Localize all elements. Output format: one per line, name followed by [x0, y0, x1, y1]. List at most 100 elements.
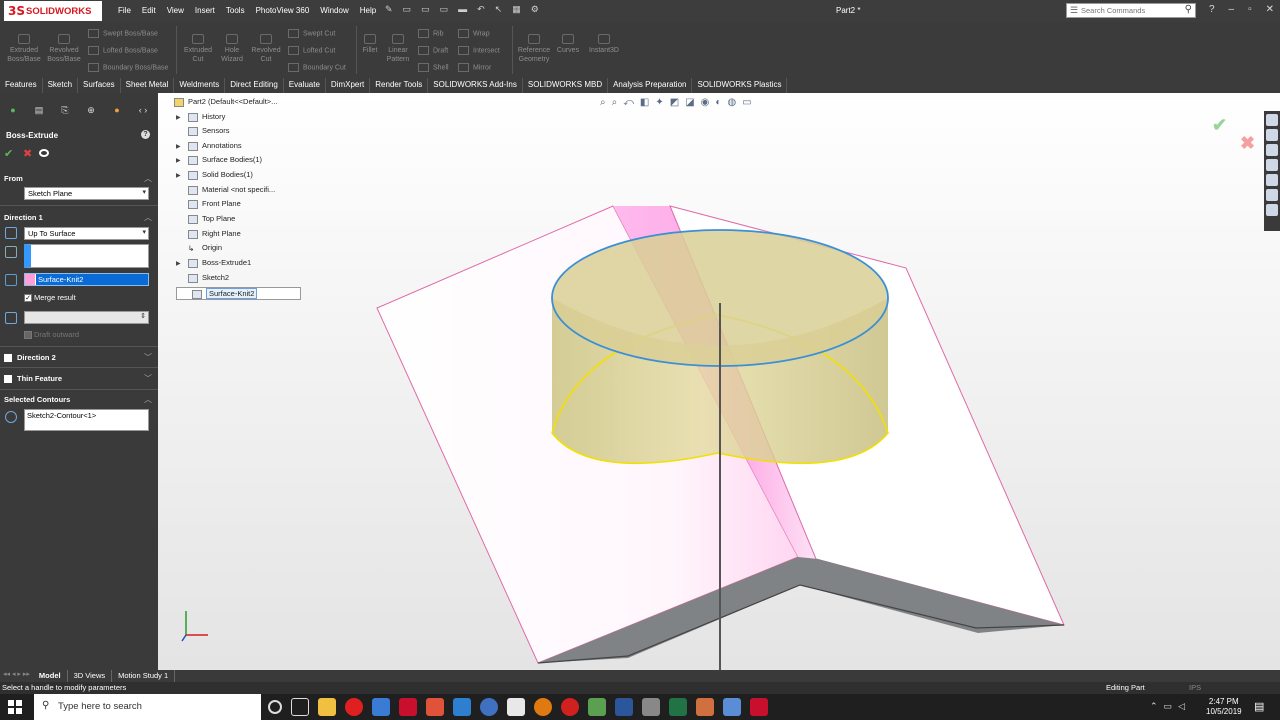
new-icon[interactable]: ▭: [403, 4, 412, 15]
menu-file[interactable]: File: [118, 6, 131, 15]
direction2-section[interactable]: Direction 2: [4, 353, 56, 363]
tree-item-origin[interactable]: ↳ Origin: [176, 243, 222, 253]
expand-arrow-icon[interactable]: ▶: [176, 157, 188, 164]
draft-icon[interactable]: [5, 312, 17, 324]
up-to-surface-field[interactable]: Surface-Knit2: [24, 273, 149, 286]
expand-arrow-icon[interactable]: ▶: [176, 172, 188, 179]
tree-item-sensors[interactable]: Sensors: [176, 126, 230, 136]
tab-evaluate[interactable]: Evaluate: [284, 78, 326, 93]
confirmation-cancel-icon[interactable]: ✖: [1240, 133, 1255, 154]
expand-arrow-icon[interactable]: ▶: [176, 114, 188, 121]
foxit-icon[interactable]: [426, 698, 444, 716]
swept-boss-button[interactable]: Swept Boss/Base: [88, 29, 158, 38]
tree-item-material[interactable]: Material <not specifi...: [176, 185, 275, 195]
lofted-cut-button[interactable]: Lofted Cut: [288, 46, 335, 55]
tab-direct-editing[interactable]: Direct Editing: [225, 78, 284, 93]
appearances-icon[interactable]: [1266, 189, 1278, 201]
tab-features[interactable]: Features: [0, 78, 43, 93]
wrap-button[interactable]: Wrap: [458, 29, 490, 38]
tab-surfaces[interactable]: Surfaces: [78, 78, 121, 93]
expand-arrow-icon[interactable]: ▶: [176, 143, 188, 150]
search-input[interactable]: [1067, 4, 1177, 17]
tree-item-surface-bodies[interactable]: ▶ Surface Bodies(1): [176, 155, 262, 165]
tab-motion-study[interactable]: Motion Study 1: [112, 670, 176, 682]
menu-tools[interactable]: Tools: [226, 6, 245, 15]
mirror-button[interactable]: Mirror: [458, 63, 491, 72]
tree-item-sketch2[interactable]: Sketch2: [176, 273, 229, 283]
chevron-up-icon[interactable]: ︿: [144, 212, 152, 223]
draft-button[interactable]: Draft: [418, 46, 448, 55]
thin-feature-checkbox[interactable]: [4, 375, 12, 384]
reverse-direction-icon[interactable]: [5, 227, 17, 239]
tray-arrow-icon[interactable]: ⌃: [1150, 701, 1158, 712]
tree-item-boss-extrude1[interactable]: ▶ Boss-Extrude1: [176, 258, 251, 268]
from-section-label[interactable]: From: [4, 174, 23, 183]
tab-sketch[interactable]: Sketch: [43, 78, 79, 93]
solidworks-active-icon[interactable]: [750, 698, 768, 716]
tab-model[interactable]: Model: [33, 670, 68, 682]
maximize-icon[interactable]: ▫: [1248, 4, 1252, 15]
selected-contours-field[interactable]: Sketch2-Contour<1>: [24, 409, 149, 431]
resources-icon[interactable]: [1266, 129, 1278, 141]
tree-item-right-plane[interactable]: Right Plane: [176, 229, 241, 239]
dynamic-annotation-icon[interactable]: ✦: [655, 97, 663, 108]
hide-show-items-icon[interactable]: ◉: [701, 97, 710, 108]
instant3d-button[interactable]: Instant3D: [584, 34, 624, 55]
boundary-boss-button[interactable]: Boundary Boss/Base: [88, 63, 168, 72]
tree-root[interactable]: Part2 (Default<<Default>...: [174, 97, 277, 107]
menu-insert[interactable]: Insert: [195, 6, 215, 15]
media-icon[interactable]: [588, 698, 606, 716]
property-manager-tab-icon[interactable]: ▤: [26, 105, 52, 119]
revolved-cut-button[interactable]: Revolved Cut: [248, 34, 284, 64]
chevron-up-icon[interactable]: ︿: [144, 394, 152, 405]
menu-photoview[interactable]: PhotoView 360: [256, 6, 310, 15]
tab-sheet-metal[interactable]: Sheet Metal: [121, 78, 175, 93]
menu-edit[interactable]: Edit: [142, 6, 156, 15]
task-view-icon[interactable]: [291, 698, 309, 716]
zoom-to-fit-icon[interactable]: ⌕: [600, 97, 606, 108]
browser-icon[interactable]: [480, 698, 498, 716]
zoom-area-icon[interactable]: ⌕: [612, 97, 618, 108]
direction-vector-field[interactable]: [24, 244, 149, 268]
tab-render-tools[interactable]: Render Tools: [370, 78, 429, 93]
rebuild-icon[interactable]: ▦: [512, 4, 521, 15]
minimize-icon[interactable]: –: [1229, 4, 1235, 15]
view-palette-icon[interactable]: [1266, 174, 1278, 186]
tab-3d-views[interactable]: 3D Views: [68, 670, 113, 682]
tab-analysis-preparation[interactable]: Analysis Preparation: [608, 78, 693, 93]
dimxpert-manager-tab-icon[interactable]: ⊕: [78, 105, 104, 119]
document-icon[interactable]: [696, 698, 714, 716]
intersect-button[interactable]: Intersect: [458, 46, 500, 55]
select-icon[interactable]: ↖: [495, 4, 503, 15]
display-manager-tab-icon[interactable]: ●: [104, 105, 130, 119]
solidworks-2017-icon[interactable]: [399, 698, 417, 716]
selected-contours-section-label[interactable]: Selected Contours: [4, 395, 70, 404]
app-icon[interactable]: [507, 698, 525, 716]
menu-view[interactable]: View: [167, 6, 184, 15]
tab-mbd[interactable]: SOLIDWORKS MBD: [523, 78, 609, 93]
status-units[interactable]: IPS: [1189, 683, 1201, 692]
calculator-icon[interactable]: [642, 698, 660, 716]
direction1-section-label[interactable]: Direction 1: [4, 213, 43, 222]
confirmation-ok-icon[interactable]: ✔: [1212, 115, 1227, 136]
boundary-cut-button[interactable]: Boundary Cut: [288, 63, 346, 72]
save-icon[interactable]: ▭: [440, 4, 449, 15]
lofted-boss-button[interactable]: Lofted Boss/Base: [88, 46, 158, 55]
revolved-boss-button[interactable]: Revolved Boss/Base: [46, 34, 82, 64]
menu-window[interactable]: Window: [320, 6, 348, 15]
tab-scroll-icon[interactable]: ‹ ›: [130, 105, 156, 119]
tree-item-front-plane[interactable]: Front Plane: [176, 199, 241, 209]
swept-cut-button[interactable]: Swept Cut: [288, 29, 335, 38]
menu-help[interactable]: Help: [360, 6, 376, 15]
open-icon[interactable]: ▭: [421, 4, 430, 15]
pin-icon[interactable]: ✎: [385, 4, 393, 15]
clock[interactable]: 2:47 PM 10/5/2019: [1206, 697, 1242, 717]
close-window-icon[interactable]: ✕: [1266, 4, 1274, 15]
fillet-button[interactable]: Fillet: [358, 34, 382, 55]
mail-icon[interactable]: [372, 698, 390, 716]
solidworks-logo[interactable]: 3S SOLIDWORKS: [4, 1, 102, 21]
design-library-icon[interactable]: [1266, 144, 1278, 156]
edit-appearance-icon[interactable]: ◐: [715, 97, 721, 108]
expand-arrow-icon[interactable]: ▶: [176, 260, 188, 267]
cancel-close-icon[interactable]: ✖: [23, 147, 32, 160]
